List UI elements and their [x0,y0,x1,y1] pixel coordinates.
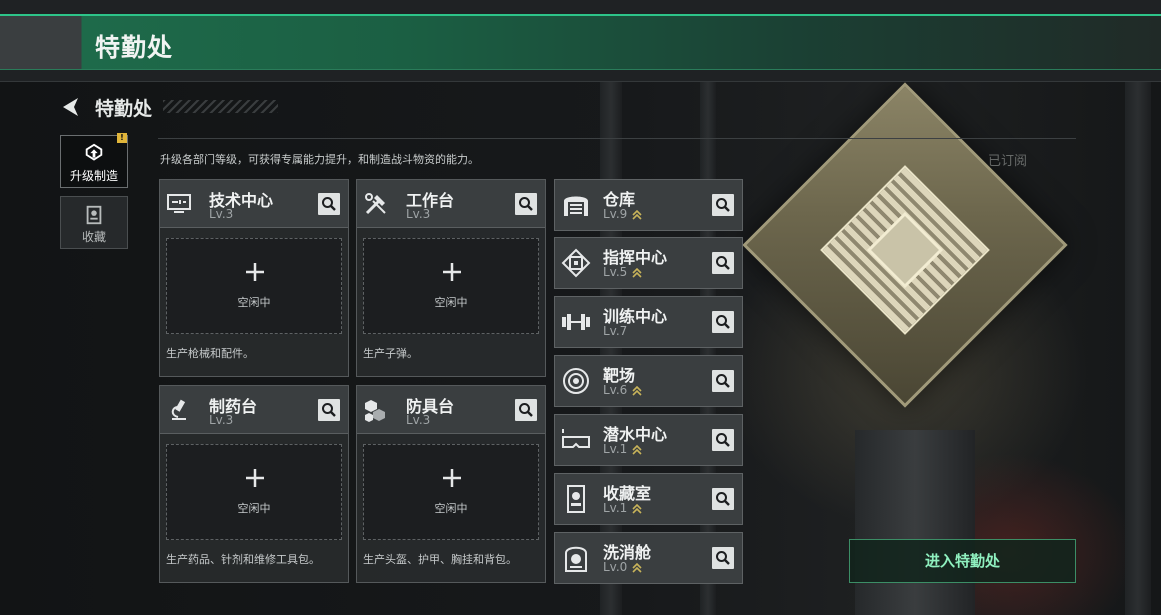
card-header[interactable]: 技术中心 Lv.3 [160,180,348,228]
upgrade-arrow-icon [632,268,642,278]
search-icon[interactable] [515,193,537,215]
card-level: Lv.3 [209,207,234,221]
collection-room-icon [567,485,585,513]
card-header[interactable]: 防具台 Lv.3 [357,386,545,434]
warehouse-icon [564,196,588,216]
search-icon[interactable] [712,252,734,274]
panel-subtitle: 升级各部门等级，可获得专属能力提升，和制造战斗物资的能力。 [160,153,479,166]
upgrade-arrow-icon [632,386,642,396]
card-level: Lv.3 [406,413,431,427]
background-pillar [1125,82,1151,615]
search-icon[interactable] [712,194,734,216]
department-level: Lv.9 [603,207,628,221]
collection-icon [86,205,102,225]
department-row-diving-center[interactable]: 潜水中心 Lv.1 [554,414,743,466]
tech-center-icon [167,194,191,213]
production-slot[interactable]: 空闲中 [363,238,539,334]
upgrade-arrow-icon [632,210,642,220]
card-description: 生产头盔、护甲、胸挂和背包。 [363,553,517,566]
upgrade-arrow-icon [632,563,642,573]
production-slot[interactable]: 空闲中 [363,444,539,540]
search-icon[interactable] [515,399,537,421]
breadcrumb-title: 特勤处 [95,98,153,120]
page-title: 特勤处 [95,33,174,62]
search-icon[interactable] [318,399,340,421]
department-row-shooting-range[interactable]: 靶场 Lv.6 [554,355,743,407]
search-icon[interactable] [712,370,734,392]
production-card-tech-center: 技术中心 Lv.3 空闲中 生产枪械和配件。 [159,179,349,377]
search-icon[interactable] [712,429,734,451]
diving-center-icon [562,429,590,448]
shooting-range-icon [563,368,589,394]
production-card-pharmacy: 制药台 Lv.3 空闲中 生产药品、针剂和维修工具包。 [159,385,349,583]
side-tab-label: 升级制造 [69,169,118,183]
decontamination-icon [565,546,587,572]
production-card-workbench: 工作台 Lv.3 空闲中 生产子弹。 [356,179,546,377]
command-center-icon [561,248,591,278]
cube-stand [855,430,975,615]
search-icon[interactable] [712,547,734,569]
department-level: Lv.5 [603,265,628,279]
department-level: Lv.7 [603,324,628,338]
upgrade-arrow-icon [632,504,642,514]
plus-icon [246,263,264,281]
card-level: Lv.3 [209,413,234,427]
department-row-warehouse[interactable]: 仓库 Lv.9 [554,179,743,231]
plus-icon [443,263,461,281]
department-row-command-center[interactable]: 指挥中心 Lv.5 [554,237,743,289]
production-slot[interactable]: 空闲中 [166,238,342,334]
department-level: Lv.1 [603,442,628,456]
panel-divider [158,138,1076,139]
back-arrow-icon[interactable] [58,95,82,119]
training-center-icon [562,314,590,330]
card-description: 生产枪械和配件。 [166,347,254,360]
alert-badge: ! [117,133,127,143]
slot-status: 空闲中 [237,502,271,515]
upgrade-arrow-icon [632,445,642,455]
department-row-decontamination[interactable]: 洗消舱 Lv.0 [554,532,743,584]
search-icon[interactable] [318,193,340,215]
department-level: Lv.0 [603,560,628,574]
card-header[interactable]: 制药台 Lv.3 [160,386,348,434]
search-icon[interactable] [712,488,734,510]
card-header[interactable]: 工作台 Lv.3 [357,180,545,228]
plus-icon [246,469,264,487]
side-tab-collection[interactable]: 收藏 [60,196,128,249]
title-banner [0,14,1161,70]
side-tab-label: 收藏 [81,230,106,244]
card-description: 生产药品、针剂和维修工具包。 [166,553,320,566]
slot-status: 空闲中 [434,502,468,515]
armor-bench-icon [365,400,385,422]
subscribed-label: 已订阅 [988,154,1028,169]
card-description: 生产子弹。 [363,347,418,360]
department-row-collection-room[interactable]: 收藏室 Lv.1 [554,473,743,525]
slot-status: 空闲中 [434,296,468,309]
search-icon[interactable] [712,311,734,333]
workbench-icon [365,193,386,215]
card-level: Lv.3 [406,207,431,221]
slot-status: 空闲中 [237,296,271,309]
department-level: Lv.6 [603,383,628,397]
upgrade-icon [85,143,103,161]
plus-icon [443,469,461,487]
department-level: Lv.1 [603,501,628,515]
pharmacy-icon [171,399,186,420]
decorative-stripes [163,100,278,113]
department-row-training-center[interactable]: 训练中心 Lv.7 [554,296,743,348]
enter-special-ops-button[interactable]: 进入特勤处 [849,539,1076,583]
production-slot[interactable]: 空闲中 [166,444,342,540]
production-card-armor-bench: 防具台 Lv.3 空闲中 生产头盔、护甲、胸挂和背包。 [356,385,546,583]
